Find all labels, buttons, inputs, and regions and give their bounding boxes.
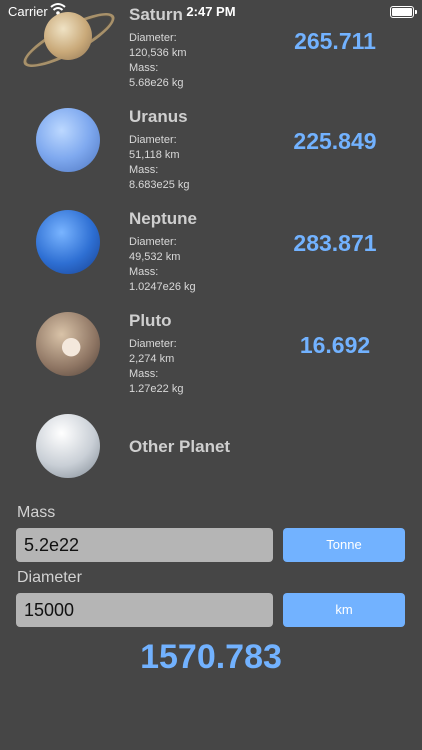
diameter-value: 49,532 km	[129, 251, 181, 263]
mass-input[interactable]: 5.2e22	[16, 528, 273, 562]
neptune-icon	[36, 210, 100, 274]
planet-row-saturn[interactable]: Saturn Diameter: 120,536 km Mass: 5.68e2…	[0, 0, 422, 100]
mass-unit-button[interactable]: Tonne	[283, 528, 405, 562]
planet-row-pluto[interactable]: Pluto Diameter: 2,274 km Mass: 1.27e22 k…	[0, 306, 422, 406]
mass-label: Mass	[17, 504, 56, 521]
diameter-input[interactable]: 15000	[16, 593, 273, 627]
other-planet-icon	[36, 414, 100, 478]
mass-label: Mass:	[129, 164, 159, 176]
planet-name: Saturn	[129, 5, 183, 24]
diameter-label: Diameter:	[129, 134, 177, 146]
mass-label: Mass:	[129, 266, 159, 278]
mass-value: 1.27e22 kg	[129, 383, 184, 395]
diameter-value: 51,118 km	[129, 149, 180, 161]
diameter-label: Diameter:	[129, 32, 177, 44]
planet-result: 225.849	[293, 128, 377, 154]
planet-details: Diameter: 49,532 km Mass: 1.0247e26 kg	[129, 235, 196, 295]
diameter-label: Diameter:	[129, 338, 177, 350]
planet-name: Uranus	[129, 107, 188, 126]
uranus-icon	[36, 108, 100, 172]
mass-value: 8.683e25 kg	[129, 179, 190, 191]
saturn-icon	[44, 12, 92, 60]
planet-details: Diameter: 51,118 km Mass: 8.683e25 kg	[129, 133, 190, 193]
planet-row-uranus[interactable]: Uranus Diameter: 51,118 km Mass: 8.683e2…	[0, 102, 422, 202]
diameter-label: Diameter:	[129, 236, 177, 248]
planet-result: 283.871	[293, 230, 377, 256]
planet-result: 265.711	[294, 28, 376, 54]
mass-label: Mass:	[129, 62, 159, 74]
planet-details: Diameter: 2,274 km Mass: 1.27e22 kg	[129, 337, 183, 397]
mass-label: Mass:	[129, 368, 159, 380]
diameter-value: 120,536 km	[129, 47, 187, 59]
planet-name: Pluto	[129, 311, 172, 330]
planet-name: Neptune	[129, 209, 197, 228]
planet-name: Other Planet	[129, 437, 231, 456]
planet-details: Diameter: 120,536 km Mass: 5.68e26 kg	[129, 31, 186, 91]
diameter-label: Diameter	[17, 569, 82, 586]
mass-value: 5.68e26 kg	[129, 77, 184, 89]
planet-result: 16.692	[299, 332, 371, 358]
diameter-value: 2,274 km	[129, 353, 175, 365]
planet-row-neptune[interactable]: Neptune Diameter: 49,532 km Mass: 1.0247…	[0, 204, 422, 304]
mass-value: 1.0247e26 kg	[129, 281, 196, 293]
planet-row-other[interactable]: Other Planet	[0, 408, 422, 508]
result-value: 1570.783	[140, 638, 282, 676]
pluto-icon	[36, 312, 100, 376]
diameter-unit-button[interactable]: km	[283, 593, 405, 627]
